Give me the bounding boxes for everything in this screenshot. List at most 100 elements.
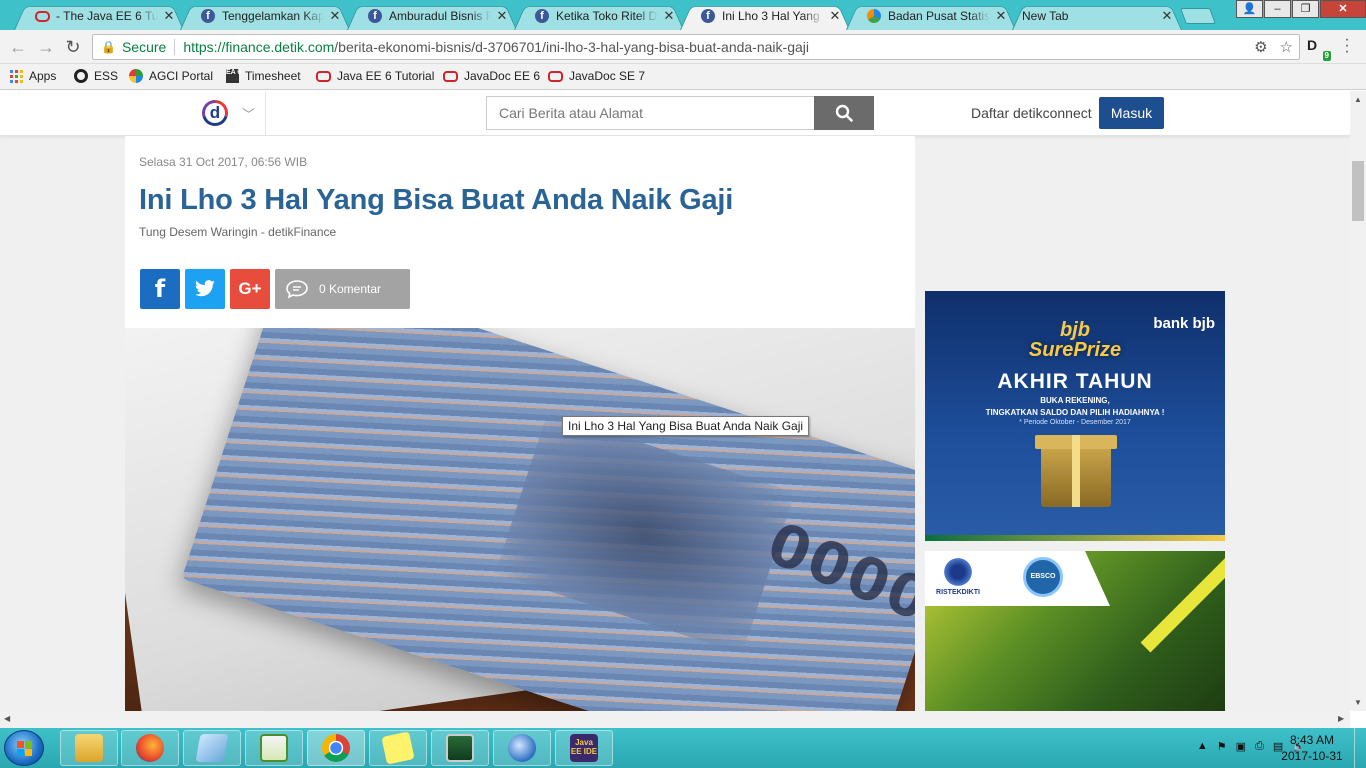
tab-ketika-toko[interactable]: f Ketika Toko Ritel Di ✕	[514, 2, 684, 30]
tab-ini-lho-active[interactable]: f Ini Lho 3 Hal Yang Bisa ✕	[680, 2, 850, 30]
search-icon	[835, 104, 853, 122]
article-image[interactable]: 0000 Ini Lho 3 Hal Yang Bisa Buat Anda N…	[125, 328, 915, 711]
ad-line-2: TINGKATKAN SALDO DAN PILIH HADIAHNYA !	[985, 408, 1165, 417]
tab-title: Amburadul Bisnis Ritel	[389, 9, 491, 23]
cookie-blocked-icon[interactable]: ⚙	[1254, 38, 1267, 56]
taskbar-sticky-notes[interactable]	[369, 730, 427, 766]
taskbar-eclipse-javaee[interactable]: Java EE IDE	[555, 730, 613, 766]
new-tab-button[interactable]	[1180, 8, 1216, 24]
start-button[interactable]	[4, 730, 44, 766]
bjb-advertisement[interactable]: bank bjb bjb SurePrize AKHIR TAHUN BUKA …	[925, 291, 1225, 541]
search-button[interactable]	[814, 96, 874, 130]
tab-bps[interactable]: Badan Pusat Statistik ✕	[846, 2, 1016, 30]
comment-button[interactable]: 0 Komentar	[275, 269, 410, 309]
javaee-ide-icon: Java EE IDE	[570, 734, 598, 762]
taskbar-chrome[interactable]	[307, 730, 365, 766]
scrollbar-thumb[interactable]	[1352, 161, 1364, 221]
apps-icon	[10, 69, 23, 83]
bookmarks-bar: Apps ESS AGCI Portal EA 6 Timesheet Java…	[0, 64, 1366, 90]
close-window-button[interactable]: ✕	[1320, 0, 1366, 18]
tab-strip: - The Java EE 6 Tutorial ✕ f Tenggelamka…	[0, 0, 1366, 30]
googleplus-share-button[interactable]: G+	[230, 269, 270, 309]
close-tab-icon[interactable]: ✕	[328, 8, 342, 24]
scroll-down-icon[interactable]: ▼	[1350, 698, 1366, 707]
firefox-icon	[136, 734, 164, 762]
agci-icon	[129, 69, 143, 83]
vertical-scrollbar[interactable]: ▲ ▼	[1350, 91, 1366, 711]
facebook-share-button[interactable]: f	[140, 269, 180, 309]
user-icon[interactable]: 👤	[1236, 0, 1263, 18]
show-hidden-icons[interactable]: ▲	[1197, 740, 1208, 753]
address-bar[interactable]: 🔒 Secure https://finance.detik.com/berit…	[92, 34, 1300, 60]
facebook-icon: f	[534, 8, 550, 24]
taskbar-thunderbird[interactable]	[493, 730, 551, 766]
tab-amburadul[interactable]: f Amburadul Bisnis Ritel ✕	[347, 2, 517, 30]
close-tab-icon[interactable]: ✕	[1160, 8, 1174, 24]
facebook-icon: f	[700, 8, 716, 24]
reload-icon[interactable]: ↻	[63, 37, 83, 57]
close-tab-icon[interactable]: ✕	[162, 8, 176, 24]
register-link[interactable]: Daftar detikconnect	[971, 105, 1092, 121]
extension-icon[interactable]: D9	[1307, 37, 1331, 61]
chevron-down-icon[interactable]: ﹀	[242, 104, 255, 123]
search-input[interactable]	[486, 96, 815, 130]
maximize-button[interactable]: ❐	[1292, 0, 1319, 18]
comment-icon	[286, 280, 308, 299]
back-icon[interactable]: ←	[8, 37, 28, 57]
forward-icon[interactable]: →	[36, 37, 56, 57]
minimize-button[interactable]: –	[1264, 0, 1291, 18]
device-icon[interactable]: ▣	[1236, 740, 1246, 753]
taskbar-app-chart[interactable]	[245, 730, 303, 766]
scroll-up-icon[interactable]: ▲	[1350, 95, 1366, 104]
twitter-share-button[interactable]	[185, 269, 225, 309]
taskbar-explorer[interactable]	[60, 730, 118, 766]
page-viewport: d ﹀ Daftar detikconnect Masuk Selasa 31 …	[0, 91, 1350, 711]
scroll-right-icon[interactable]: ▶	[1338, 714, 1344, 723]
menu-icon[interactable]: · · ·	[1343, 32, 1351, 60]
googleplus-icon: G+	[238, 279, 262, 298]
ristekdikti-advertisement[interactable]: RISTEKDIKTI EBSCO	[925, 551, 1225, 711]
flag-icon[interactable]: ⚑	[1217, 740, 1227, 753]
bookmark-agci[interactable]: AGCI Portal	[129, 69, 213, 83]
system-clock[interactable]: 8:43 AM 2017-10-31	[1277, 732, 1347, 764]
sticky-notes-icon	[381, 731, 415, 765]
close-tab-icon[interactable]: ✕	[495, 8, 509, 24]
star-icon[interactable]: ☆	[1280, 38, 1293, 56]
detik-logo[interactable]: d	[202, 100, 228, 126]
close-tab-icon[interactable]: ✕	[662, 8, 676, 24]
ess-icon	[74, 69, 88, 83]
bookmark-ess[interactable]: ESS	[74, 69, 118, 83]
close-tab-icon[interactable]: ✕	[828, 8, 842, 24]
scroll-left-icon[interactable]: ◀	[4, 714, 10, 723]
tab-tenggelamkan[interactable]: f Tenggelamkan Kapal ✕	[180, 2, 350, 30]
lock-icon: 🔒	[101, 40, 116, 54]
show-desktop-button[interactable]	[1354, 728, 1366, 768]
extension-badge: 9	[1322, 51, 1331, 61]
horizontal-scrollbar[interactable]: ◀ ▶	[0, 711, 1350, 728]
tab-new-tab[interactable]: New Tab ✕	[1012, 2, 1182, 30]
taskbar-firefox[interactable]	[121, 730, 179, 766]
tab-title: Badan Pusat Statistik	[888, 9, 990, 23]
tab-java-ee-tutorial[interactable]: - The Java EE 6 Tutorial ✕	[14, 2, 184, 30]
clock-date: 2017-10-31	[1281, 749, 1343, 763]
bookmark-apps[interactable]: Apps	[10, 69, 56, 83]
sureprize-text: SurePrize	[1028, 339, 1122, 361]
taskbar-app-notes[interactable]	[183, 730, 241, 766]
facebook-icon: f	[367, 8, 383, 24]
bookmark-java-ee-tutorial[interactable]: Java EE 6 Tutorial	[316, 69, 434, 83]
ad-line-1: BUKA REKENING,	[1040, 396, 1110, 405]
bookmark-javadoc-ee6[interactable]: JavaDoc EE 6	[443, 69, 540, 83]
tab-title: Ini Lho 3 Hal Yang Bisa	[722, 9, 824, 23]
close-tab-icon[interactable]: ✕	[994, 8, 1008, 24]
tab-title: New Tab	[1022, 9, 1069, 23]
printer-icon[interactable]: ⎙	[1255, 740, 1264, 753]
chrome-icon	[322, 734, 350, 762]
facebook-icon: f	[200, 8, 216, 24]
taskbar-terminal[interactable]	[431, 730, 489, 766]
image-tooltip: Ini Lho 3 Hal Yang Bisa Buat Anda Naik G…	[562, 416, 810, 436]
thunderbird-icon	[508, 734, 536, 762]
login-button[interactable]: Masuk	[1099, 97, 1164, 129]
chart-app-icon	[260, 734, 288, 762]
bookmark-timesheet[interactable]: EA 6 Timesheet	[226, 69, 301, 83]
bookmark-javadoc-se7[interactable]: JavaDoc SE 7	[548, 69, 645, 83]
